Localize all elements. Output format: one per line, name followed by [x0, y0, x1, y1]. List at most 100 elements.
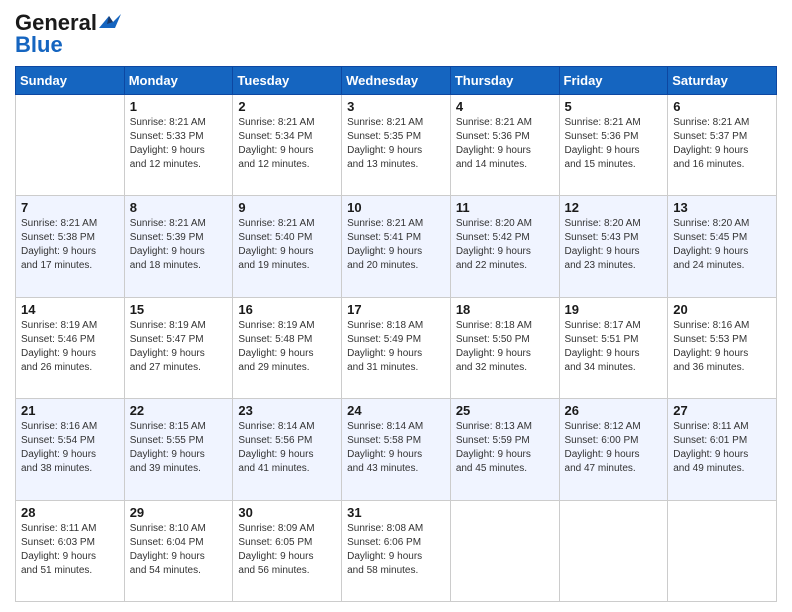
cell-info: Sunrise: 8:12 AMSunset: 6:00 PMDaylight:…	[565, 420, 663, 476]
page: General Blue SundayMondayTuesdayWednesda…	[0, 0, 792, 612]
calendar-cell: 6 Sunrise: 8:21 AMSunset: 5:37 PMDaylight…	[668, 95, 777, 196]
weekday-header-thursday: Thursday	[450, 67, 559, 95]
day-number: 3	[347, 99, 445, 114]
cell-info: Sunrise: 8:17 AMSunset: 5:51 PMDaylight:…	[565, 319, 663, 375]
calendar-cell: 7 Sunrise: 8:21 AMSunset: 5:38 PMDaylight…	[16, 196, 125, 297]
calendar-cell: 17 Sunrise: 8:18 AMSunset: 5:49 PMDayligh…	[342, 297, 451, 398]
calendar-week-row: 14 Sunrise: 8:19 AMSunset: 5:46 PMDayligh…	[16, 297, 777, 398]
cell-info: Sunrise: 8:21 AMSunset: 5:34 PMDaylight:…	[238, 116, 336, 172]
cell-info: Sunrise: 8:20 AMSunset: 5:45 PMDaylight:…	[673, 217, 771, 273]
cell-info: Sunrise: 8:21 AMSunset: 5:40 PMDaylight:…	[238, 217, 336, 273]
cell-info: Sunrise: 8:14 AMSunset: 5:58 PMDaylight:…	[347, 420, 445, 476]
cell-info: Sunrise: 8:15 AMSunset: 5:55 PMDaylight:…	[130, 420, 228, 476]
calendar-cell: 30 Sunrise: 8:09 AMSunset: 6:05 PMDayligh…	[233, 500, 342, 601]
calendar-cell: 19 Sunrise: 8:17 AMSunset: 5:51 PMDayligh…	[559, 297, 668, 398]
calendar-cell: 2 Sunrise: 8:21 AMSunset: 5:34 PMDaylight…	[233, 95, 342, 196]
day-number: 21	[21, 403, 119, 418]
calendar-week-row: 28Sunrise: 8:11 AMSunset: 6:03 PMDayligh…	[16, 500, 777, 601]
day-number: 17	[347, 302, 445, 317]
day-number: 11	[456, 200, 554, 215]
calendar-cell: 26 Sunrise: 8:12 AMSunset: 6:00 PMDayligh…	[559, 399, 668, 500]
calendar-cell: 28Sunrise: 8:11 AMSunset: 6:03 PMDayligh…	[16, 500, 125, 601]
header: General Blue	[15, 10, 777, 58]
cell-info: Sunrise: 8:21 AMSunset: 5:33 PMDaylight:…	[130, 116, 228, 172]
day-number: 2	[238, 99, 336, 114]
day-number: 9	[238, 200, 336, 215]
calendar-cell: 12 Sunrise: 8:20 AMSunset: 5:43 PMDayligh…	[559, 196, 668, 297]
calendar-week-row: 7 Sunrise: 8:21 AMSunset: 5:38 PMDaylight…	[16, 196, 777, 297]
calendar-week-row: 1Sunrise: 8:21 AMSunset: 5:33 PMDaylight…	[16, 95, 777, 196]
cell-info: Sunrise: 8:19 AMSunset: 5:46 PMDaylight:…	[21, 319, 119, 375]
calendar-cell: 5 Sunrise: 8:21 AMSunset: 5:36 PMDaylight…	[559, 95, 668, 196]
calendar-cell: 16Sunrise: 8:19 AMSunset: 5:48 PMDayligh…	[233, 297, 342, 398]
cell-info: Sunrise: 8:21 AMSunset: 5:36 PMDaylight:…	[565, 116, 663, 172]
day-number: 18	[456, 302, 554, 317]
cell-info: Sunrise: 8:10 AMSunset: 6:04 PMDaylight:…	[130, 522, 228, 578]
day-number: 16	[238, 302, 336, 317]
day-number: 30	[238, 505, 336, 520]
logo-blue: Blue	[15, 32, 63, 58]
weekday-header-wednesday: Wednesday	[342, 67, 451, 95]
cell-info: Sunrise: 8:14 AMSunset: 5:56 PMDaylight:…	[238, 420, 336, 476]
calendar-cell: 3 Sunrise: 8:21 AMSunset: 5:35 PMDaylight…	[342, 95, 451, 196]
cell-info: Sunrise: 8:13 AMSunset: 5:59 PMDaylight:…	[456, 420, 554, 476]
day-number: 22	[130, 403, 228, 418]
calendar-cell: 18Sunrise: 8:18 AMSunset: 5:50 PMDayligh…	[450, 297, 559, 398]
day-number: 29	[130, 505, 228, 520]
day-number: 19	[565, 302, 663, 317]
day-number: 15	[130, 302, 228, 317]
cell-info: Sunrise: 8:20 AMSunset: 5:42 PMDaylight:…	[456, 217, 554, 273]
cell-info: Sunrise: 8:19 AMSunset: 5:47 PMDaylight:…	[130, 319, 228, 375]
calendar-cell: 15 Sunrise: 8:19 AMSunset: 5:47 PMDayligh…	[124, 297, 233, 398]
calendar-cell: 14 Sunrise: 8:19 AMSunset: 5:46 PMDayligh…	[16, 297, 125, 398]
cell-info: Sunrise: 8:21 AMSunset: 5:35 PMDaylight:…	[347, 116, 445, 172]
cell-info: Sunrise: 8:20 AMSunset: 5:43 PMDaylight:…	[565, 217, 663, 273]
cell-info: Sunrise: 8:11 AMSunset: 6:03 PMDaylight:…	[21, 522, 119, 578]
cell-info: Sunrise: 8:11 AMSunset: 6:01 PMDaylight:…	[673, 420, 771, 476]
day-number: 4	[456, 99, 554, 114]
day-number: 20	[673, 302, 771, 317]
calendar-cell: 10 Sunrise: 8:21 AMSunset: 5:41 PMDayligh…	[342, 196, 451, 297]
calendar-cell: 27Sunrise: 8:11 AMSunset: 6:01 PMDayligh…	[668, 399, 777, 500]
weekday-header-tuesday: Tuesday	[233, 67, 342, 95]
calendar-cell: 29 Sunrise: 8:10 AMSunset: 6:04 PMDayligh…	[124, 500, 233, 601]
day-number: 23	[238, 403, 336, 418]
logo: General Blue	[15, 10, 121, 58]
calendar-cell: 23 Sunrise: 8:14 AMSunset: 5:56 PMDayligh…	[233, 399, 342, 500]
cell-info: Sunrise: 8:16 AMSunset: 5:54 PMDaylight:…	[21, 420, 119, 476]
cell-info: Sunrise: 8:21 AMSunset: 5:37 PMDaylight:…	[673, 116, 771, 172]
calendar-cell	[450, 500, 559, 601]
day-number: 12	[565, 200, 663, 215]
calendar-cell	[559, 500, 668, 601]
calendar-cell: 31Sunrise: 8:08 AMSunset: 6:06 PMDayligh…	[342, 500, 451, 601]
day-number: 26	[565, 403, 663, 418]
cell-info: Sunrise: 8:09 AMSunset: 6:05 PMDaylight:…	[238, 522, 336, 578]
cell-info: Sunrise: 8:18 AMSunset: 5:49 PMDaylight:…	[347, 319, 445, 375]
calendar-cell: 4 Sunrise: 8:21 AMSunset: 5:36 PMDaylight…	[450, 95, 559, 196]
day-number: 25	[456, 403, 554, 418]
calendar-table: SundayMondayTuesdayWednesdayThursdayFrid…	[15, 66, 777, 602]
cell-info: Sunrise: 8:21 AMSunset: 5:41 PMDaylight:…	[347, 217, 445, 273]
calendar-cell: 24Sunrise: 8:14 AMSunset: 5:58 PMDayligh…	[342, 399, 451, 500]
day-number: 14	[21, 302, 119, 317]
calendar-week-row: 21 Sunrise: 8:16 AMSunset: 5:54 PMDayligh…	[16, 399, 777, 500]
day-number: 8	[130, 200, 228, 215]
calendar-header-row: SundayMondayTuesdayWednesdayThursdayFrid…	[16, 67, 777, 95]
weekday-header-sunday: Sunday	[16, 67, 125, 95]
calendar-cell: 11 Sunrise: 8:20 AMSunset: 5:42 PMDayligh…	[450, 196, 559, 297]
cell-info: Sunrise: 8:21 AMSunset: 5:36 PMDaylight:…	[456, 116, 554, 172]
cell-info: Sunrise: 8:16 AMSunset: 5:53 PMDaylight:…	[673, 319, 771, 375]
calendar-cell: 21 Sunrise: 8:16 AMSunset: 5:54 PMDayligh…	[16, 399, 125, 500]
calendar-cell: 13Sunrise: 8:20 AMSunset: 5:45 PMDayligh…	[668, 196, 777, 297]
logo-bird-icon	[99, 14, 121, 32]
calendar-cell	[668, 500, 777, 601]
cell-info: Sunrise: 8:21 AMSunset: 5:38 PMDaylight:…	[21, 217, 119, 273]
calendar-cell: 25 Sunrise: 8:13 AMSunset: 5:59 PMDayligh…	[450, 399, 559, 500]
day-number: 6	[673, 99, 771, 114]
weekday-header-saturday: Saturday	[668, 67, 777, 95]
weekday-header-friday: Friday	[559, 67, 668, 95]
day-number: 5	[565, 99, 663, 114]
day-number: 7	[21, 200, 119, 215]
calendar-cell: 8Sunrise: 8:21 AMSunset: 5:39 PMDaylight…	[124, 196, 233, 297]
day-number: 10	[347, 200, 445, 215]
